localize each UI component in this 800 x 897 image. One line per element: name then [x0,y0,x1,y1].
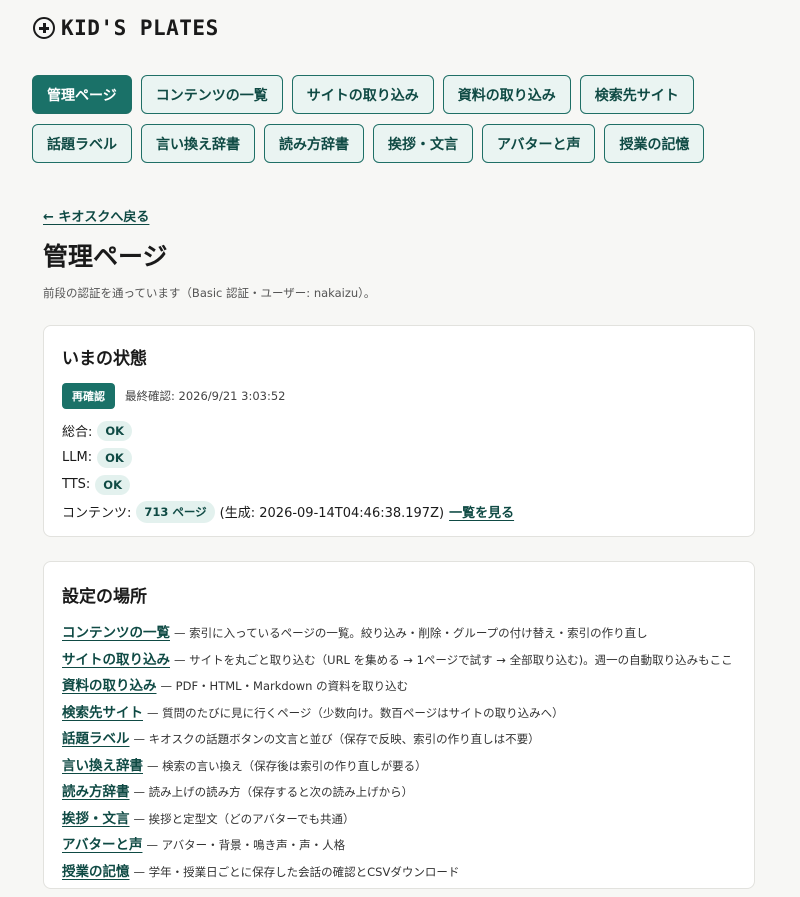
status-title: いまの状態 [62,349,147,369]
status-tts-label: TTS: [62,477,91,492]
recheck-button[interactable]: 再確認 [62,383,115,409]
setting-desc: — 質問のたびに見に行くページ（少数向け。数百ページはサイトの取り込みへ） [147,705,564,720]
status-overall-label: 総合: [62,425,93,440]
nav-document-import[interactable]: 資料の取り込み [442,75,571,114]
setting-link-lesson-memory[interactable]: 授業の記憶 [62,860,130,880]
setting-desc: — キオスクの話題ボタンの文言と並び（保存で反映、索引の作り直しは不要） [133,732,540,746]
setting-desc: — 学年・授業日ごとに保存した会話の確認とCSVダウンロード [133,864,460,879]
setting-desc: — PDF・HTML・Markdown の資料を取り込む [160,679,409,693]
list-item: サイトの取り込み — サイトを丸ごと取り込む（URL を集める → 1ページで試… [62,648,736,675]
setting-link-document-import[interactable]: 資料の取り込み [62,674,157,694]
status-llm-label: LLM: [62,450,93,465]
nav-admin-page[interactable]: 管理ページ [32,75,132,114]
nav-synonym-dictionary[interactable]: 言い換え辞書 [141,124,255,163]
last-checked-time: 最終確認: 2026/9/21 3:03:52 [125,389,286,403]
status-tts: TTS: OK [62,474,736,495]
setting-link-search-sites[interactable]: 検索先サイト [62,701,143,721]
setting-link-greetings[interactable]: 挨拶・文言 [62,807,130,827]
setting-desc: — 索引に入っているページの一覧。絞り込み・削除・グループの付け替え・索引の作り… [174,626,648,640]
status-overall: 総合: OK [62,420,736,441]
page-title: 管理ページ [43,242,168,271]
list-item: 言い換え辞書 — 検索の言い換え（保存後は索引の作り直しが要る） [62,754,736,781]
status-overall-badge: OK [97,420,133,441]
contents-count-badge: 713 ページ [136,500,215,523]
setting-desc: — サイトを丸ごと取り込む（URL を集める → 1ページで試す → 全部取り込… [174,652,733,667]
admin-nav: 管理ページ コンテンツの一覧 サイトの取り込み 資料の取り込み 検索先サイト 話… [32,75,732,163]
list-item: 資料の取り込み — PDF・HTML・Markdown の資料を取り込む [62,674,736,701]
setting-link-synonym-dictionary[interactable]: 言い換え辞書 [62,754,143,774]
list-item: コンテンツの一覧 — 索引に入っているページの一覧。絞り込み・削除・グループの付… [62,621,736,648]
back-to-kiosk-link[interactable]: ← キオスクへ戻る [43,206,149,225]
setting-desc: — アバター・背景・鳴き声・声・人格 [146,838,346,852]
nav-lesson-memory[interactable]: 授業の記憶 [604,124,705,163]
contents-generated-time: (生成: 2026-09-14T04:46:38.197Z) [219,506,445,521]
setting-desc: — 検索の言い換え（保存後は索引の作り直しが要る） [147,758,427,773]
view-contents-list-link[interactable]: 一覧を見る [449,502,514,521]
list-item: 読み方辞書 — 読み上げの読み方（保存すると次の読み上げから） [62,780,736,807]
settings-title: 設定の場所 [62,587,147,607]
list-item: アバターと声 — アバター・背景・鳴き声・声・人格 [62,833,736,860]
list-item: 挨拶・文言 — 挨拶と定型文（どのアバターでも共通） [62,807,736,834]
list-item: 検索先サイト — 質問のたびに見に行くページ（少数向け。数百ページはサイトの取り… [62,701,736,728]
nav-greetings[interactable]: 挨拶・文言 [373,124,473,163]
setting-link-avatar-voice[interactable]: アバターと声 [62,833,142,853]
settings-list: コンテンツの一覧 — 索引に入っているページの一覧。絞り込み・削除・グループの付… [62,621,736,886]
status-card: いまの状態 再確認 最終確認: 2026/9/21 3:03:52 総合: OK… [43,325,755,537]
status-contents: コンテンツ: 713 ページ (生成: 2026-09-14T04:46:38.… [62,500,736,523]
auth-note: 前段の認証を通っています（Basic 認証・ユーザー: nakaizu）。 [43,286,376,300]
nav-contents-list[interactable]: コンテンツの一覧 [140,75,283,114]
brand-name: KID'S PLATES [61,16,219,40]
settings-card: 設定の場所 コンテンツの一覧 — 索引に入っているページの一覧。絞り込み・削除・… [43,561,755,889]
nav-site-import[interactable]: サイトの取り込み [291,75,434,114]
status-llm-badge: OK [97,447,132,468]
status-contents-label: コンテンツ: [62,506,132,521]
setting-link-topic-labels[interactable]: 話題ラベル [62,727,130,747]
recheck-row: 再確認 最終確認: 2026/9/21 3:03:52 [62,383,736,409]
nav-avatar-voice[interactable]: アバターと声 [482,124,596,163]
main-content: ← キオスクへ戻る 管理ページ 前段の認証を通っています（Basic 認証・ユー… [43,206,755,889]
setting-link-reading-dictionary[interactable]: 読み方辞書 [62,780,130,800]
nav-search-sites[interactable]: 検索先サイト [579,75,694,114]
setting-desc: — 読み上げの読み方（保存すると次の読み上げから） [133,785,414,799]
plus-circle-icon [33,17,55,39]
setting-link-site-import[interactable]: サイトの取り込み [62,648,170,668]
status-tts-badge: OK [95,474,130,495]
list-item: 授業の記憶 — 学年・授業日ごとに保存した会話の確認とCSVダウンロード [62,860,736,887]
brand-logo[interactable]: KID'S PLATES [33,16,219,40]
nav-reading-dictionary[interactable]: 読み方辞書 [264,124,364,163]
setting-desc: — 挨拶と定型文（どのアバターでも共通） [133,811,355,826]
nav-topic-labels[interactable]: 話題ラベル [32,124,132,163]
status-llm: LLM: OK [62,447,736,468]
setting-link-contents-list[interactable]: コンテンツの一覧 [62,621,170,641]
list-item: 話題ラベル — キオスクの話題ボタンの文言と並び（保存で反映、索引の作り直しは不… [62,727,736,754]
